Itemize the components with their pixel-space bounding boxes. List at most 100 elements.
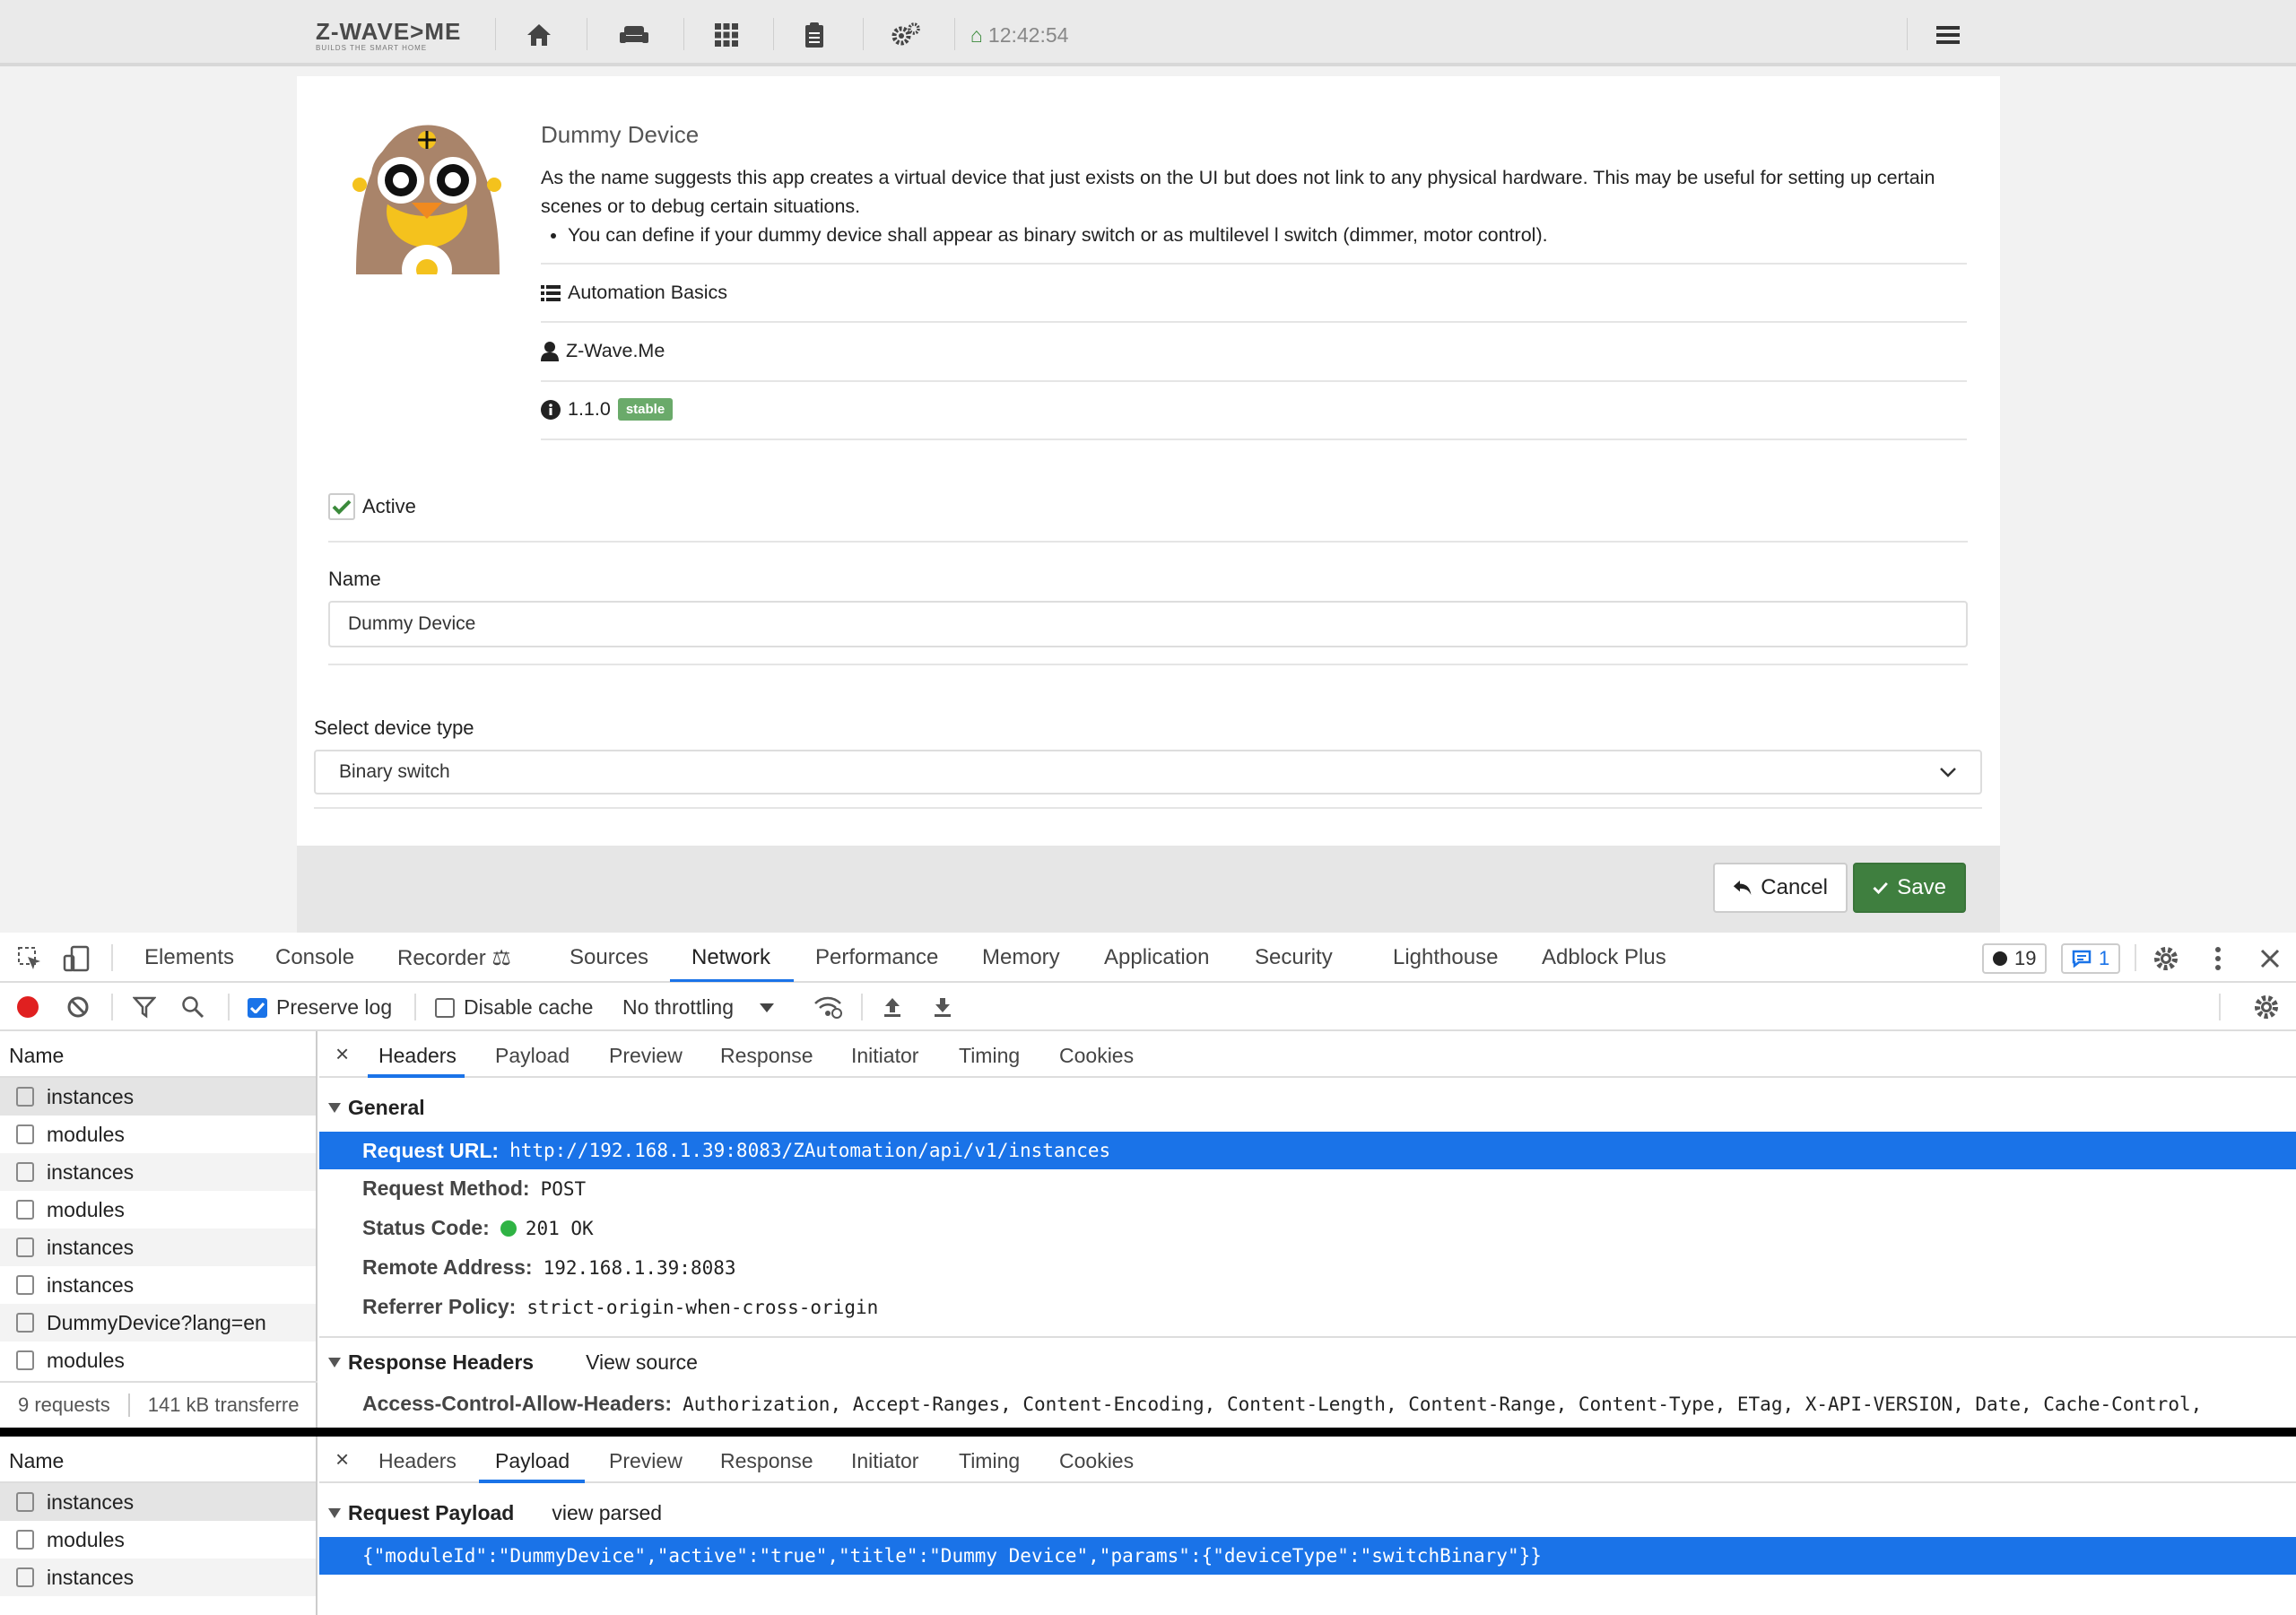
import-har-icon[interactable] bbox=[879, 994, 906, 1020]
tab-response[interactable]: Response bbox=[720, 1044, 813, 1068]
acah-value: Authorization, Accept-Ranges, Content-En… bbox=[683, 1393, 2203, 1415]
tab-payload[interactable]: Payload bbox=[495, 1449, 570, 1473]
disable-cache-checkbox[interactable]: Disable cache bbox=[435, 995, 593, 1020]
network-conditions-icon[interactable] bbox=[813, 994, 843, 1020]
search-icon[interactable] bbox=[179, 994, 206, 1020]
tab-cookies[interactable]: Cookies bbox=[1059, 1044, 1134, 1068]
tab-lighthouse[interactable]: Lighthouse bbox=[1393, 945, 1498, 970]
tab-response[interactable]: Response bbox=[720, 1449, 813, 1473]
transfer-size: 141 kB transferre bbox=[147, 1394, 300, 1416]
payload-body-row[interactable]: {"moduleId":"DummyDevice","active":"true… bbox=[319, 1537, 2296, 1575]
view-parsed-link[interactable]: view parsed bbox=[552, 1501, 662, 1525]
tab-preview[interactable]: Preview bbox=[609, 1044, 683, 1068]
home-icon[interactable] bbox=[521, 20, 557, 50]
top-navbar: Z-WAVE>ME BUILDS THE SMART HOME ⌂ 12:42:5… bbox=[0, 0, 2296, 66]
request-row[interactable]: instances bbox=[0, 1266, 316, 1304]
close-detail-icon[interactable]: × bbox=[335, 1446, 349, 1473]
tab-elements[interactable]: Elements bbox=[144, 945, 234, 970]
tab-memory[interactable]: Memory bbox=[982, 945, 1060, 970]
issues-counter[interactable]: 19 bbox=[1982, 943, 2048, 974]
tab-initiator[interactable]: Initiator bbox=[851, 1044, 918, 1068]
tab-timing[interactable]: Timing bbox=[959, 1449, 1020, 1473]
cancel-button-label: Cancel bbox=[1761, 875, 1828, 899]
devtools-panel: Elements Console Recorder ⚖ Sources Netw… bbox=[0, 933, 2296, 1615]
flask-icon: ⚖ bbox=[491, 946, 511, 970]
name-label: Name bbox=[328, 568, 381, 590]
acah-row: Access-Control-Allow-Headers: Authorizat… bbox=[362, 1392, 2202, 1416]
nav-divider bbox=[954, 18, 955, 50]
request-row[interactable]: instances bbox=[0, 1229, 316, 1266]
tab-timing[interactable]: Timing bbox=[959, 1044, 1020, 1068]
sofa-icon[interactable] bbox=[616, 20, 652, 50]
toolbar-divider bbox=[2135, 944, 2136, 971]
settings-gears-icon[interactable] bbox=[888, 20, 924, 50]
close-devtools-icon[interactable] bbox=[2255, 943, 2285, 974]
app-title: Dummy Device bbox=[541, 121, 700, 148]
inspect-element-icon[interactable] bbox=[14, 943, 45, 974]
tab-cookies[interactable]: Cookies bbox=[1059, 1449, 1134, 1473]
network-settings-gear-icon[interactable] bbox=[2251, 994, 2282, 1020]
check-icon bbox=[1873, 881, 1888, 895]
chevron-down-icon bbox=[1940, 768, 1956, 777]
messages-counter[interactable]: 1 bbox=[2061, 943, 2121, 974]
request-row[interactable]: modules bbox=[0, 1521, 316, 1559]
name-column-header[interactable]: Name bbox=[0, 1437, 316, 1483]
status-code-value: 201 OK bbox=[525, 1217, 594, 1239]
grid-icon[interactable] bbox=[709, 20, 744, 50]
tab-preview[interactable]: Preview bbox=[609, 1449, 683, 1473]
response-headers-toggle[interactable]: Response Headers View source bbox=[328, 1350, 698, 1375]
request-row[interactable]: instances bbox=[0, 1078, 316, 1116]
export-har-icon[interactable] bbox=[929, 994, 956, 1020]
general-section-toggle[interactable]: General bbox=[328, 1096, 425, 1120]
divider bbox=[541, 263, 1967, 265]
gear-icon[interactable] bbox=[2151, 943, 2181, 974]
cancel-button[interactable]: Cancel bbox=[1713, 863, 1848, 913]
tab-headers[interactable]: Headers bbox=[378, 1044, 457, 1068]
save-button[interactable]: Save bbox=[1853, 863, 1966, 913]
active-tab-indicator bbox=[670, 979, 794, 982]
tab-payload[interactable]: Payload bbox=[495, 1044, 570, 1068]
throttling-select[interactable]: No throttling bbox=[622, 995, 775, 1020]
disable-cache-check[interactable] bbox=[435, 997, 455, 1018]
clipboard-icon[interactable] bbox=[796, 20, 832, 50]
request-row[interactable]: modules bbox=[0, 1341, 316, 1379]
request-row[interactable]: modules bbox=[0, 1191, 316, 1229]
request-row[interactable]: DummyDevice?lang=en bbox=[0, 1304, 316, 1341]
clear-icon[interactable] bbox=[65, 994, 91, 1020]
device-toolbar-icon[interactable] bbox=[61, 943, 91, 974]
tab-initiator[interactable]: Initiator bbox=[851, 1449, 918, 1473]
more-options-icon[interactable] bbox=[2203, 943, 2233, 974]
request-method-row: Request Method: POST bbox=[362, 1177, 586, 1201]
request-row[interactable]: instances bbox=[0, 1153, 316, 1191]
view-source-link[interactable]: View source bbox=[586, 1350, 698, 1375]
hamburger-menu-icon[interactable] bbox=[1930, 20, 1966, 50]
device-type-select[interactable]: Binary switch bbox=[314, 750, 1982, 794]
active-checkbox-row[interactable]: Active bbox=[328, 493, 416, 520]
filter-icon[interactable] bbox=[131, 994, 158, 1020]
name-column-header[interactable]: Name bbox=[0, 1031, 316, 1078]
app-description-text: As the name suggests this app creates a … bbox=[541, 167, 1935, 217]
nav-divider bbox=[1907, 18, 1908, 50]
tab-sources[interactable]: Sources bbox=[570, 945, 648, 970]
request-url-row[interactable]: Request URL: http://192.168.1.39:8083/ZA… bbox=[319, 1132, 2296, 1169]
preserve-log-checkbox[interactable]: Preserve log bbox=[248, 995, 392, 1020]
close-detail-icon[interactable]: × bbox=[335, 1040, 349, 1068]
tab-network[interactable]: Network bbox=[691, 945, 770, 970]
tab-adblock-plus[interactable]: Adblock Plus bbox=[1542, 945, 1666, 970]
record-icon[interactable] bbox=[14, 994, 41, 1020]
request-row[interactable]: instances bbox=[0, 1559, 316, 1596]
name-input[interactable]: Dummy Device bbox=[328, 601, 1968, 647]
preserve-log-check[interactable] bbox=[248, 997, 267, 1018]
tab-headers[interactable]: Headers bbox=[378, 1449, 457, 1473]
active-checkbox[interactable] bbox=[328, 493, 355, 520]
request-payload-toggle[interactable]: Request Payload view parsed bbox=[328, 1501, 662, 1525]
tab-console[interactable]: Console bbox=[275, 945, 354, 970]
tab-recorder[interactable]: Recorder ⚖ bbox=[397, 945, 511, 971]
request-row[interactable]: instances bbox=[0, 1483, 316, 1521]
request-row[interactable]: modules bbox=[0, 1116, 316, 1153]
tab-security[interactable]: Security bbox=[1255, 945, 1333, 970]
zwave-logo[interactable]: Z-WAVE>ME BUILDS THE SMART HOME bbox=[316, 18, 461, 52]
tab-performance[interactable]: Performance bbox=[815, 945, 938, 970]
request-payload-title: Request Payload bbox=[348, 1501, 515, 1524]
tab-application[interactable]: Application bbox=[1104, 945, 1209, 970]
